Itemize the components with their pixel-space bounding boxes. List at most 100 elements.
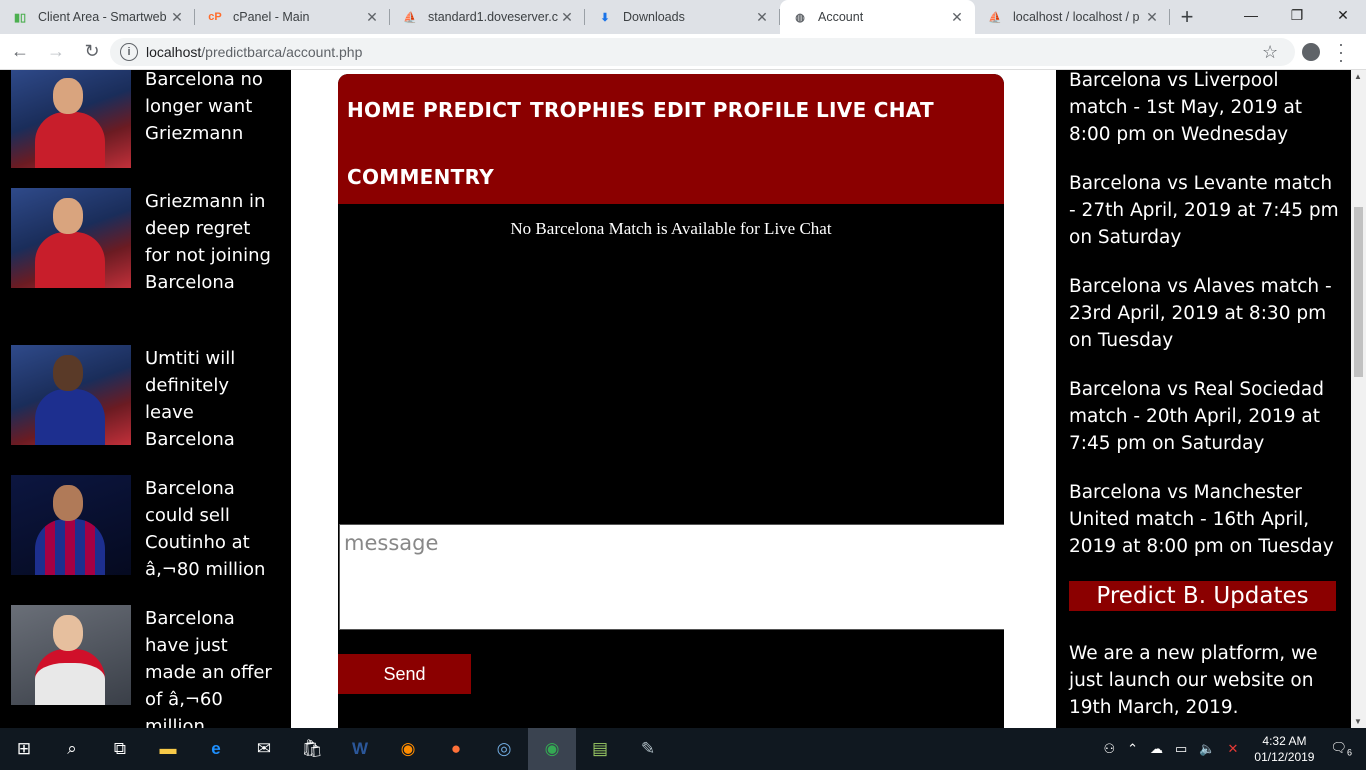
- tab-cpanel[interactable]: cP cPanel - Main ✕: [195, 0, 390, 34]
- scroll-up-icon[interactable]: ▲: [1354, 72, 1362, 81]
- file-explorer-icon[interactable]: ▬: [144, 728, 192, 770]
- griezmann-photo[interactable]: [11, 188, 131, 288]
- tab-title: localhost / localhost / p: [1013, 10, 1140, 24]
- close-icon[interactable]: ✕: [169, 9, 185, 26]
- close-icon[interactable]: ✕: [559, 9, 575, 26]
- windows-start-icon[interactable]: ⊞: [0, 728, 48, 770]
- nav-trophies[interactable]: TROPHIES: [530, 98, 645, 122]
- web-page: Barcelona no longer want Griezmann Griez…: [0, 70, 1366, 728]
- word-icon[interactable]: W: [336, 728, 384, 770]
- chat-status-text: No Barcelona Match is Available for Live…: [510, 219, 832, 238]
- tab-doveserver[interactable]: ⛵ standard1.doveserver.c ✕: [390, 0, 585, 34]
- download-icon: ⬇: [600, 11, 610, 24]
- tab-localhost[interactable]: ⛵ localhost / localhost / p ✕: [975, 0, 1170, 34]
- phpmyadmin-icon: ⛵: [403, 11, 417, 24]
- coutinho-photo[interactable]: [11, 475, 131, 575]
- griezmann-photo[interactable]: [11, 70, 131, 168]
- close-icon[interactable]: ✕: [754, 9, 770, 26]
- de-ligt-photo[interactable]: [11, 605, 131, 705]
- updates-heading: Predict B. Updates: [1069, 581, 1336, 611]
- chat-panel: HOME PREDICT TROPHIES EDIT PROFILE LIVE …: [338, 74, 1004, 728]
- notifications-icon[interactable]: 🗨6: [1330, 740, 1352, 758]
- window-controls: — ❐ ✕: [1228, 0, 1366, 30]
- message-input[interactable]: message: [339, 524, 1004, 630]
- nav-edit-profile[interactable]: EDIT PROFILE: [653, 98, 809, 122]
- maximize-icon[interactable]: ❐: [1274, 0, 1320, 30]
- notification-count: 6: [1346, 747, 1352, 758]
- uc-browser-icon[interactable]: ◉: [384, 728, 432, 770]
- match-item: Barcelona vs Liverpool match - 1st May, …: [1069, 70, 1303, 145]
- clock-time: 4:32 AM: [1262, 734, 1307, 748]
- news-headline[interactable]: Barcelona could sell Coutinho at â‚¬80 m…: [145, 475, 275, 583]
- match-item: Barcelona vs Real Sociedad match - 20th …: [1069, 379, 1324, 454]
- globe-icon: ◍: [795, 11, 805, 24]
- volume-icon[interactable]: 🔈: [1199, 741, 1215, 757]
- minimize-icon[interactable]: —: [1228, 0, 1274, 30]
- news-item[interactable]: Barcelona could sell Coutinho at â‚¬80 m…: [11, 475, 275, 583]
- reload-icon[interactable]: ↻: [76, 36, 108, 68]
- onedrive-icon[interactable]: ☁: [1150, 741, 1163, 757]
- task-view-icon[interactable]: ⧉: [96, 728, 144, 770]
- chromium-icon[interactable]: ◎: [480, 728, 528, 770]
- news-item[interactable]: Griezmann in deep regret for not joining…: [11, 188, 275, 296]
- match-item: Barcelona vs Manchester United match - 1…: [1069, 482, 1334, 557]
- people-icon[interactable]: ⚇: [1103, 741, 1115, 757]
- address-bar[interactable]: i localhost/predictbarca/account.php: [110, 38, 1295, 66]
- close-icon[interactable]: ✕: [949, 9, 965, 26]
- firefox-icon[interactable]: ●: [432, 728, 480, 770]
- close-window-icon[interactable]: ✕: [1320, 0, 1366, 30]
- close-icon[interactable]: ✕: [1144, 9, 1160, 26]
- new-tab-button[interactable]: +: [1170, 0, 1204, 34]
- tab-title: standard1.doveserver.c: [428, 10, 558, 24]
- store-icon[interactable]: 🛍: [288, 728, 336, 770]
- phpmyadmin-icon: ⛵: [988, 11, 1002, 24]
- chrome-icon[interactable]: ◉: [528, 728, 576, 770]
- profile-avatar-icon[interactable]: [1302, 43, 1320, 61]
- news-item[interactable]: Barcelona no longer want Griezmann: [11, 70, 275, 168]
- close-icon[interactable]: ✕: [364, 9, 380, 26]
- news-headline[interactable]: Griezmann in deep regret for not joining…: [145, 188, 275, 296]
- news-headline[interactable]: Umtiti will definitely leave Barcelona: [145, 345, 275, 453]
- page-scrollbar[interactable]: ▲ ▼: [1351, 70, 1366, 728]
- tab-client-area[interactable]: ▮▯ Client Area - Smartweb ✕: [0, 0, 195, 34]
- news-item[interactable]: Barcelona have just made an offer of â‚¬…: [11, 605, 275, 728]
- mail-icon[interactable]: ✉: [240, 728, 288, 770]
- battery-icon[interactable]: ▭: [1175, 741, 1187, 757]
- news-headline[interactable]: Barcelona have just made an offer of â‚¬…: [145, 605, 275, 728]
- umtiti-photo[interactable]: [11, 345, 131, 445]
- main-nav: HOME PREDICT TROPHIES EDIT PROFILE LIVE …: [338, 74, 1004, 204]
- scrollbar-thumb[interactable]: [1354, 207, 1363, 377]
- cpanel-icon: cP: [208, 11, 222, 23]
- tab-title: Client Area - Smartweb: [38, 10, 167, 24]
- nav-live-chat[interactable]: LIVE CHAT: [816, 98, 934, 122]
- search-icon[interactable]: ⌕: [48, 728, 96, 770]
- news-sidebar: Barcelona no longer want Griezmann Griez…: [0, 70, 291, 728]
- notepad-icon[interactable]: ▤: [576, 728, 624, 770]
- kebab-menu-icon[interactable]: · · ·: [1338, 35, 1344, 69]
- info-icon[interactable]: i: [120, 43, 138, 61]
- scroll-down-icon[interactable]: ▼: [1354, 717, 1362, 726]
- tab-downloads[interactable]: ⬇ Downloads ✕: [585, 0, 780, 34]
- tab-title: Downloads: [623, 10, 685, 24]
- forward-arrow-icon[interactable]: →: [40, 36, 72, 68]
- url-path: /predictbarca/account.php: [201, 44, 363, 60]
- match-item: Barcelona vs Alaves match - 23rd April, …: [1069, 276, 1332, 351]
- match-item: Barcelona vs Levante match - 27th April,…: [1069, 173, 1339, 248]
- tab-strip: ▮▯ Client Area - Smartweb ✕ cP cPanel - …: [0, 0, 1366, 34]
- paint-icon[interactable]: ✎: [624, 728, 672, 770]
- back-arrow-icon[interactable]: ←: [4, 36, 36, 68]
- network-icon[interactable]: ✕: [1228, 741, 1239, 757]
- clock[interactable]: 4:32 AM 01/12/2019: [1254, 733, 1314, 765]
- chevron-up-icon[interactable]: ⌃: [1127, 741, 1138, 757]
- send-button[interactable]: Send: [338, 654, 471, 694]
- nav-commentary[interactable]: COMMENTRY: [347, 165, 494, 189]
- nav-home[interactable]: HOME: [347, 98, 416, 122]
- news-headline[interactable]: Barcelona no longer want Griezmann: [145, 70, 275, 168]
- nav-predict[interactable]: PREDICT: [423, 98, 521, 122]
- bookmark-star-icon[interactable]: ☆: [1262, 42, 1278, 63]
- news-item[interactable]: Umtiti will definitely leave Barcelona: [11, 345, 275, 453]
- tab-account[interactable]: ◍ Account ✕: [780, 0, 975, 34]
- edge-icon[interactable]: e: [192, 728, 240, 770]
- url-host: localhost: [146, 44, 202, 60]
- bars-icon: ▮▯: [13, 11, 27, 24]
